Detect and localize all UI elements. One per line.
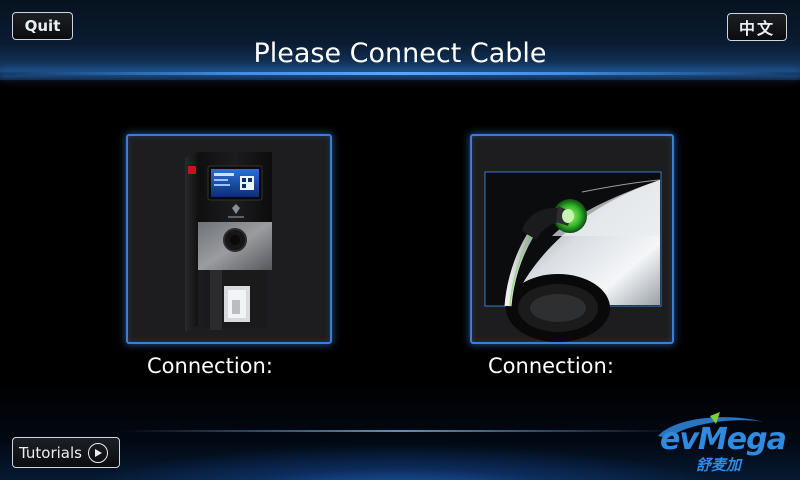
vehicle-connection-panel[interactable] bbox=[470, 134, 674, 344]
screen: Quit 中文 Please Connect Cable Connection:… bbox=[0, 0, 800, 480]
wall-charger-image bbox=[185, 152, 272, 332]
language-toggle-button[interactable]: 中文 bbox=[727, 13, 787, 41]
charger-connection-label: Connection: bbox=[147, 354, 273, 378]
header-glow-line bbox=[0, 72, 800, 75]
footer-light-streak bbox=[120, 430, 680, 432]
tutorials-label: Tutorials bbox=[19, 443, 82, 462]
vehicle-connection-label: Connection: bbox=[488, 354, 614, 378]
play-circle-icon bbox=[87, 442, 108, 463]
page-title: Please Connect Cable bbox=[253, 38, 547, 69]
quit-button[interactable]: Quit bbox=[12, 12, 73, 40]
charger-connection-panel[interactable] bbox=[126, 134, 332, 344]
brand-logo-subtext: 舒麦加 bbox=[696, 456, 742, 474]
brand-logo: evMega 舒麦加 bbox=[654, 410, 790, 474]
tutorials-button[interactable]: Tutorials bbox=[12, 437, 120, 468]
vehicle-plug-image bbox=[484, 171, 662, 342]
brand-logo-text: evMega bbox=[660, 422, 787, 457]
